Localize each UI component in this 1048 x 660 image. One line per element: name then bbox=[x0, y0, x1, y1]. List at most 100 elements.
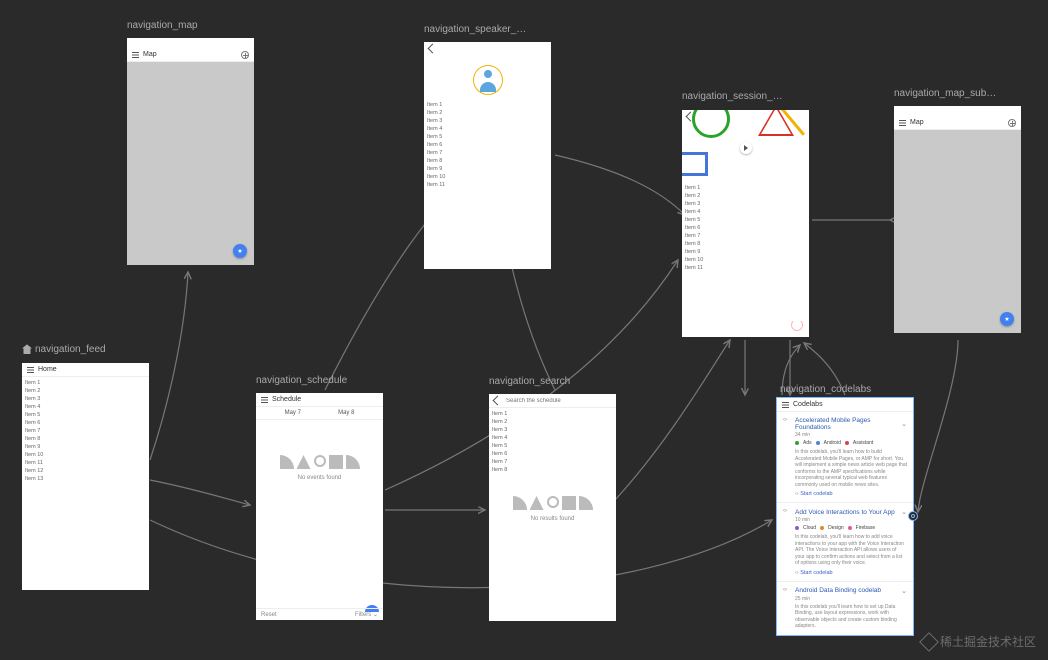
list-item: Item 9 bbox=[25, 443, 146, 451]
search-list: Item 1Item 2Item 3Item 4Item 5Item 6Item… bbox=[489, 408, 616, 476]
hamburger-icon[interactable] bbox=[899, 120, 906, 126]
add-icon[interactable] bbox=[241, 51, 249, 59]
list-item: Item 7 bbox=[685, 232, 806, 240]
list-item: Item 4 bbox=[685, 208, 806, 216]
list-item: Item 1 bbox=[685, 184, 806, 192]
screen-speaker[interactable]: Item 1Item 2Item 3Item 4Item 5Item 6Item… bbox=[424, 42, 551, 269]
codelab-duration: 10 min bbox=[795, 517, 907, 523]
search-appbar bbox=[489, 394, 616, 408]
chevron-down-icon[interactable]: ⌄ bbox=[901, 420, 907, 428]
code-icon: ‹› bbox=[783, 417, 791, 497]
codelab-title: Android Data Binding codelab bbox=[795, 587, 881, 594]
speaker-avatar-icon bbox=[473, 65, 503, 95]
start-codelab-link[interactable]: Start codelab bbox=[795, 491, 907, 497]
hamburger-icon[interactable] bbox=[132, 52, 139, 58]
list-item: Item 13 bbox=[25, 475, 146, 483]
search-empty-text: No results found bbox=[489, 516, 616, 522]
feed-title: Home bbox=[38, 366, 57, 373]
list-item: Item 2 bbox=[25, 387, 146, 395]
label-codelabs: navigation_codelabs bbox=[780, 384, 871, 395]
add-icon[interactable] bbox=[1008, 119, 1016, 127]
watermark-logo-icon bbox=[919, 632, 939, 652]
list-item: Item 7 bbox=[492, 458, 613, 466]
tab-day1[interactable]: May 7 bbox=[285, 410, 301, 416]
map-fab[interactable] bbox=[233, 244, 247, 258]
list-item: Item 2 bbox=[492, 418, 613, 426]
map-sub-fab[interactable] bbox=[1000, 312, 1014, 326]
hamburger-icon[interactable] bbox=[27, 367, 34, 373]
schedule-appbar: Schedule bbox=[256, 393, 383, 407]
schedule-bottom-bar: Reset Filters ⌄ bbox=[256, 608, 383, 620]
search-input[interactable] bbox=[506, 398, 596, 404]
list-item: Item 8 bbox=[492, 466, 613, 474]
label-feed: navigation_feed bbox=[22, 344, 106, 355]
list-item: Item 4 bbox=[25, 403, 146, 411]
back-icon[interactable] bbox=[493, 396, 503, 406]
search-empty-icon bbox=[489, 496, 616, 510]
list-item: Item 4 bbox=[427, 125, 548, 133]
code-icon: ‹› bbox=[783, 508, 791, 576]
screen-search[interactable]: Item 1Item 2Item 3Item 4Item 5Item 6Item… bbox=[489, 394, 616, 621]
list-item: Item 1 bbox=[427, 101, 548, 109]
screen-schedule[interactable]: Schedule May 7 May 8 No events found Res… bbox=[256, 393, 383, 620]
screen-map-sub[interactable]: Map bbox=[894, 106, 1021, 333]
reset-button[interactable]: Reset bbox=[261, 612, 277, 618]
screen-map[interactable]: Map bbox=[127, 38, 254, 265]
spinner-icon bbox=[791, 319, 803, 331]
hamburger-icon[interactable] bbox=[261, 397, 268, 403]
list-item: Item 11 bbox=[427, 181, 548, 189]
list-item: Item 10 bbox=[685, 256, 806, 264]
chevron-down-icon: ⌄ bbox=[373, 612, 378, 618]
session-hero bbox=[682, 110, 809, 182]
code-icon: ‹› bbox=[783, 587, 791, 633]
codelab-card[interactable]: ‹› Add Voice Interactions to Your App ⌄10 … bbox=[777, 503, 913, 582]
list-item: Item 3 bbox=[492, 426, 613, 434]
codelab-card[interactable]: ‹›Android Data Binding codelab⌄25 minIn … bbox=[777, 582, 913, 636]
codelab-title: Add Voice Interactions to Your App bbox=[795, 509, 895, 516]
codelab-duration: 25 min bbox=[795, 596, 907, 602]
label-speaker: navigation_speaker_… bbox=[424, 24, 526, 35]
list-item: Item 6 bbox=[492, 450, 613, 458]
back-icon[interactable] bbox=[686, 112, 696, 122]
hero-rect-icon bbox=[682, 152, 708, 176]
list-item: Item 8 bbox=[427, 157, 548, 165]
schedule-empty-icon bbox=[256, 455, 383, 469]
hamburger-icon[interactable] bbox=[782, 402, 789, 408]
chevron-down-icon[interactable]: ⌄ bbox=[901, 508, 907, 516]
map-sub-appbar: Map bbox=[894, 116, 1021, 130]
label-session: navigation_session_… bbox=[682, 91, 783, 102]
list-item: Item 2 bbox=[427, 109, 548, 117]
speaker-list: Item 1Item 2Item 3Item 4Item 5Item 6Item… bbox=[424, 99, 551, 191]
back-icon[interactable] bbox=[428, 44, 438, 54]
list-item: Item 1 bbox=[492, 410, 613, 418]
label-search: navigation_search bbox=[489, 376, 570, 387]
list-item: Item 2 bbox=[685, 192, 806, 200]
codelab-desc: In this codelab, you'll learn how to add… bbox=[795, 534, 907, 567]
connector-handle[interactable] bbox=[908, 511, 918, 521]
play-icon[interactable] bbox=[740, 142, 752, 154]
list-item: Item 8 bbox=[25, 435, 146, 443]
list-item: Item 5 bbox=[492, 442, 613, 450]
start-codelab-link[interactable]: Start codelab bbox=[795, 570, 907, 576]
feed-list: Item 1Item 2Item 3Item 4Item 5Item 6Item… bbox=[22, 377, 149, 485]
list-item: Item 7 bbox=[427, 149, 548, 157]
chevron-down-icon[interactable]: ⌄ bbox=[901, 587, 907, 595]
codelab-desc: In this codelab, you'll learn how to bui… bbox=[795, 449, 907, 488]
list-item: Item 9 bbox=[427, 165, 548, 173]
schedule-tabs: May 7 May 8 bbox=[256, 407, 383, 420]
map-title: Map bbox=[143, 51, 157, 58]
codelab-tags: AdsAndroidAssistant bbox=[795, 440, 907, 446]
screen-feed[interactable]: Home Item 1Item 2Item 3Item 4Item 5Item … bbox=[22, 363, 149, 590]
tab-day2[interactable]: May 8 bbox=[338, 410, 354, 416]
codelab-card[interactable]: ‹›Accelerated Mobile Pages Foundations⌄3… bbox=[777, 412, 913, 503]
list-item: Item 10 bbox=[427, 173, 548, 181]
diagram-canvas[interactable]: navigation_map Map navigation_speaker_… … bbox=[0, 0, 1048, 660]
label-schedule: navigation_schedule bbox=[256, 375, 347, 386]
list-item: Item 3 bbox=[685, 200, 806, 208]
screen-session[interactable]: Item 1Item 2Item 3Item 4Item 5Item 6Item… bbox=[682, 110, 809, 337]
filters-button[interactable]: Filters ⌄ bbox=[355, 611, 378, 618]
label-map: navigation_map bbox=[127, 20, 198, 31]
screen-codelabs[interactable]: Codelabs ‹›Accelerated Mobile Pages Foun… bbox=[777, 398, 913, 635]
schedule-title: Schedule bbox=[272, 396, 301, 403]
list-item: Item 5 bbox=[685, 216, 806, 224]
